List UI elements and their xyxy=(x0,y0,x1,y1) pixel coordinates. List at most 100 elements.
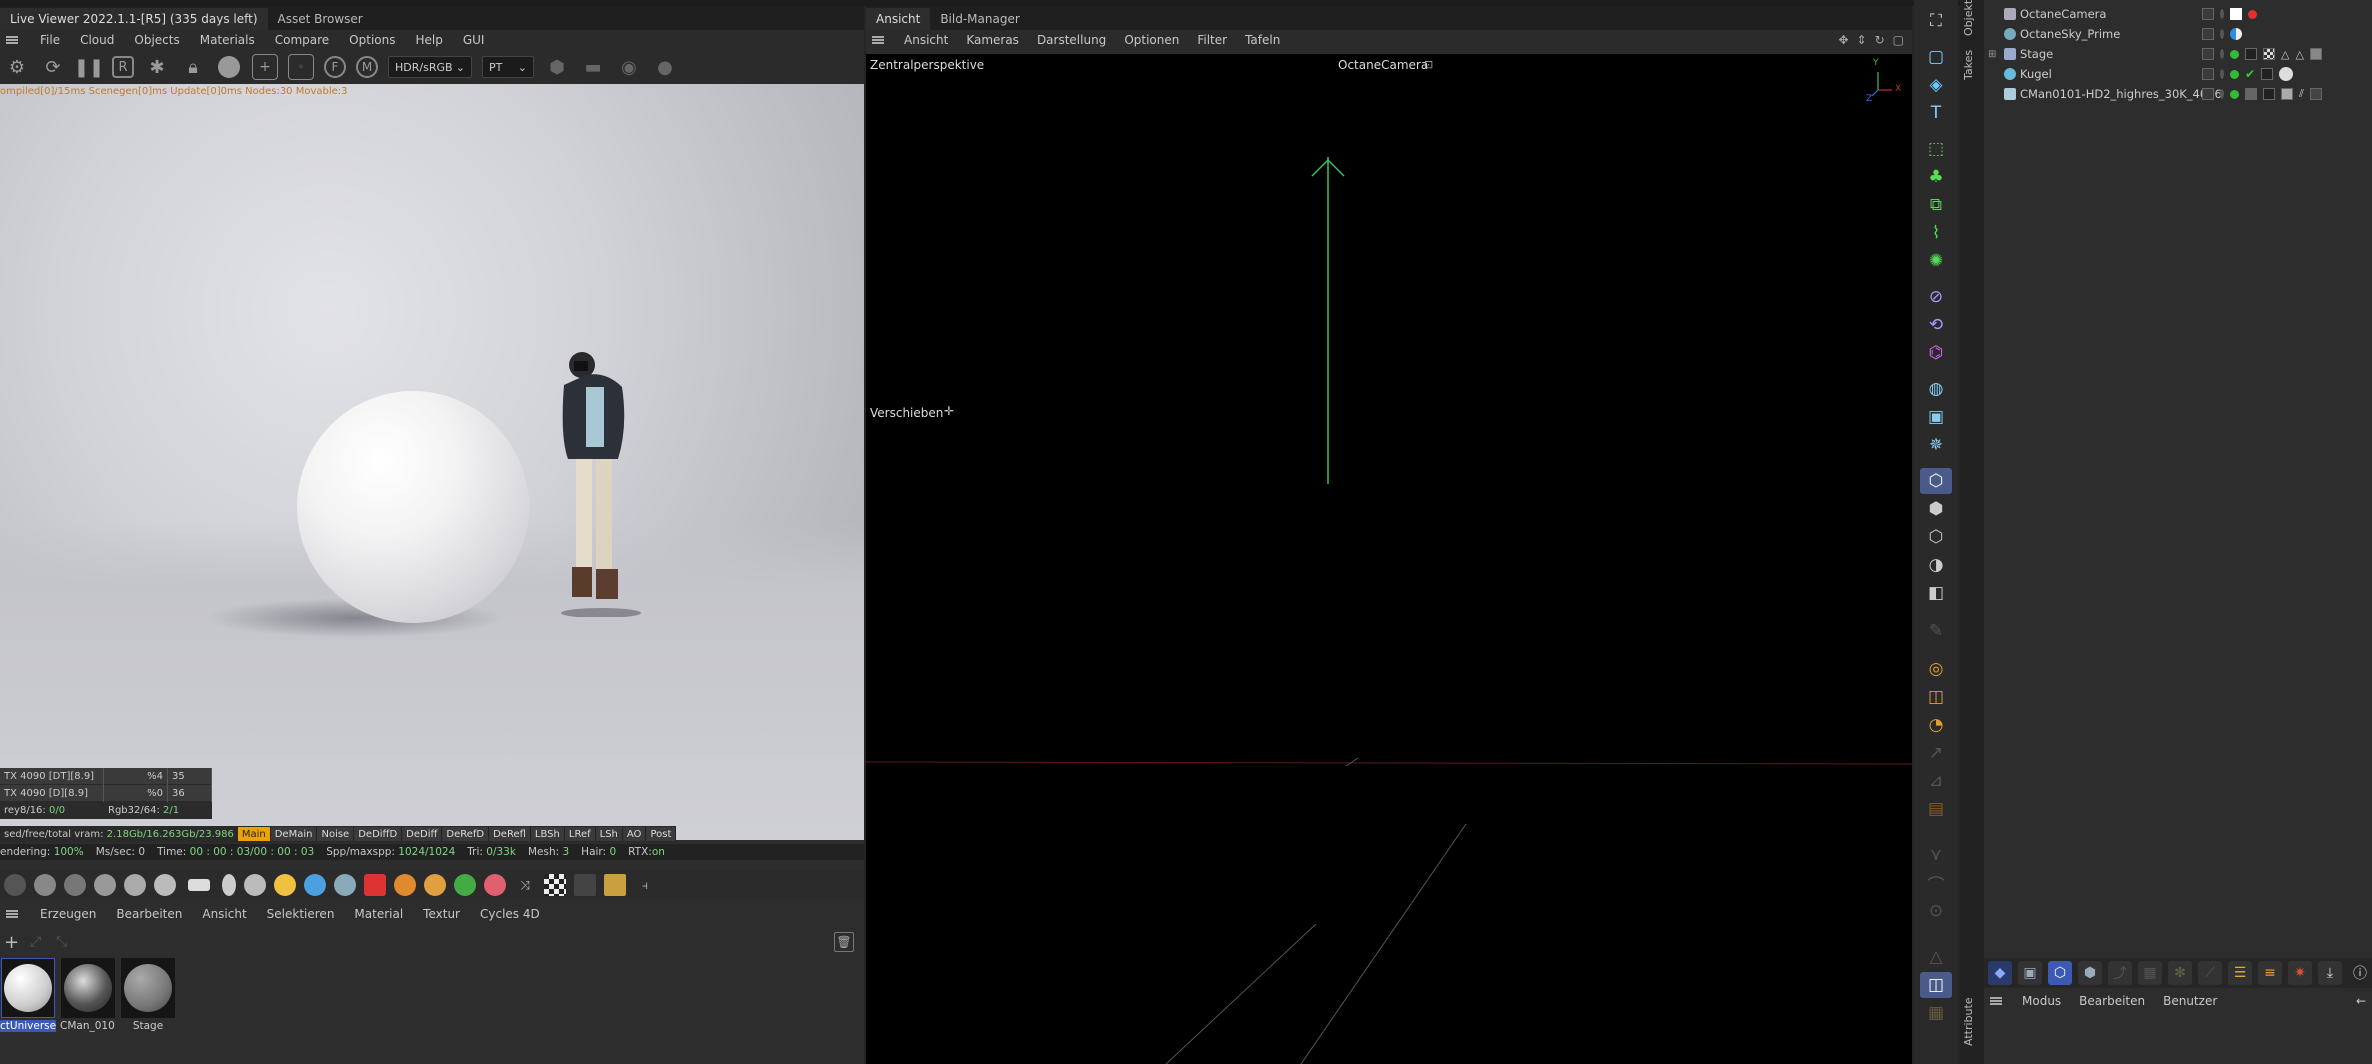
checker-tag-icon[interactable] xyxy=(2263,48,2275,60)
pass-dediffd[interactable]: DeDiffD xyxy=(354,827,403,841)
metal-material-icon[interactable] xyxy=(94,874,116,896)
text-tool-icon[interactable]: T xyxy=(1920,100,1952,126)
visibility-dots[interactable] xyxy=(2220,49,2224,59)
mode-download-icon[interactable]: ⤓ xyxy=(2318,961,2342,985)
object-row[interactable]: OctaneSky_Prime xyxy=(1984,24,2372,44)
mode-hexagon-icon[interactable]: ⬢ xyxy=(2078,961,2102,985)
move-view-icon[interactable]: ⇕ xyxy=(1857,33,1867,47)
focus-picker-icon[interactable]: F xyxy=(324,56,346,78)
object-row[interactable]: ⊞ Stage △ △ xyxy=(1984,44,2372,64)
visibility-dots[interactable] xyxy=(2220,89,2224,99)
tab-ansicht[interactable]: Ansicht xyxy=(866,8,931,30)
mode-layers-icon[interactable]: ☰ xyxy=(2228,961,2252,985)
material-ball-icon[interactable] xyxy=(216,54,242,80)
paint-icon[interactable]: ⌒ xyxy=(1920,870,1952,896)
toon-material-icon[interactable] xyxy=(124,874,146,896)
phong-tag-icon[interactable] xyxy=(2309,88,2322,100)
editor-visibility-toggle[interactable] xyxy=(2202,28,2214,40)
universal-material-icon[interactable] xyxy=(154,874,176,896)
side-tab-takes[interactable]: Takes xyxy=(1962,50,1975,80)
rotate-view-icon[interactable]: ↻ xyxy=(1875,33,1885,47)
tab-live-viewer[interactable]: Live Viewer 2022.1.1-[R5] (335 days left… xyxy=(0,8,268,30)
menu-bearbeiten[interactable]: Bearbeiten xyxy=(116,907,182,921)
pass-dediff[interactable]: DeDiff xyxy=(402,827,443,841)
object-tag-icon[interactable] xyxy=(2230,49,2239,59)
flower-icon[interactable] xyxy=(484,874,506,896)
menu-objects[interactable]: Objects xyxy=(134,33,179,47)
maximize-view-icon[interactable]: ▢ xyxy=(1893,33,1904,47)
lock-icon[interactable]: 🔒︎ xyxy=(180,54,206,80)
spline-mask-icon[interactable]: ⌬ xyxy=(1920,340,1952,366)
resize-icon[interactable]: ⤢ xyxy=(30,934,56,950)
info-icon[interactable]: ⓘ xyxy=(2348,961,2372,985)
resize-alt-icon[interactable]: ⤡ xyxy=(56,934,82,950)
pass-demain[interactable]: DeMain xyxy=(270,827,318,841)
menu-materials[interactable]: Materials xyxy=(200,33,255,47)
visibility-dots[interactable] xyxy=(2220,9,2224,19)
menu-help[interactable]: Help xyxy=(415,33,442,47)
visibility-dots[interactable] xyxy=(2220,29,2224,39)
visibility-dots[interactable] xyxy=(2220,69,2224,79)
spline-icon[interactable]: ⊘ xyxy=(1920,284,1952,310)
menu-ansicht[interactable]: Ansicht xyxy=(904,33,948,47)
menu-hamburger-icon[interactable] xyxy=(1990,997,2002,1005)
object-mode-icon[interactable]: ⬡ xyxy=(1920,468,1952,494)
mode-network-icon[interactable]: ✻ xyxy=(2168,961,2192,985)
sculpt-icon[interactable]: ⋎ xyxy=(1920,842,1952,868)
camera-icon[interactable]: ◉ xyxy=(616,54,642,80)
checker-icon[interactable] xyxy=(544,874,566,896)
proxy-icon[interactable] xyxy=(454,874,476,896)
restart-render-icon[interactable]: ⟳ xyxy=(40,54,66,80)
workplane-icon[interactable]: ◔ xyxy=(1920,712,1952,738)
sun-icon[interactable] xyxy=(274,874,296,896)
points-mode-icon[interactable]: ⬢ xyxy=(1920,496,1952,522)
menu-ansicht[interactable]: Ansicht xyxy=(202,907,246,921)
node-editor-icon[interactable]: ⫞ xyxy=(634,874,656,896)
settings-gear-icon[interactable]: ⚙ xyxy=(4,54,30,80)
menu-gui[interactable]: GUI xyxy=(463,33,485,47)
menu-material[interactable]: Material xyxy=(354,907,403,921)
tag-camera-icon[interactable] xyxy=(2230,8,2242,20)
texture-tag-icon[interactable] xyxy=(2261,68,2274,80)
menu-selektieren[interactable]: Selektieren xyxy=(267,907,335,921)
environment-tag-icon[interactable] xyxy=(2230,28,2242,40)
vdb-icon[interactable] xyxy=(394,874,416,896)
check-icon[interactable]: ✔ xyxy=(2245,67,2255,81)
specular-material-icon[interactable] xyxy=(64,874,86,896)
pan-icon[interactable]: ✥ xyxy=(1838,33,1848,47)
pass-lref[interactable]: LRef xyxy=(564,827,596,841)
edges-mode-icon[interactable]: ⬡ xyxy=(1920,524,1952,550)
editor-visibility-toggle[interactable] xyxy=(2202,8,2214,20)
area-light-icon[interactable] xyxy=(188,879,210,891)
film-region-icon[interactable]: ◦ xyxy=(288,54,314,80)
mode-diamond-icon[interactable]: ◆ xyxy=(1988,961,2012,985)
generator-icon[interactable]: ⬚ xyxy=(1920,136,1952,162)
material-tag-icon[interactable] xyxy=(2279,67,2294,81)
pen-icon[interactable]: ✎ xyxy=(1920,618,1952,644)
pass-post[interactable]: Post xyxy=(646,827,677,841)
material-picker-icon[interactable]: M xyxy=(356,56,378,78)
light-icon[interactable]: ✵ xyxy=(1920,432,1952,458)
uv-mode-icon[interactable]: ◧ xyxy=(1920,580,1952,606)
effector-icon[interactable]: ✺ xyxy=(1920,248,1952,274)
texture-tag-icon[interactable] xyxy=(2245,48,2257,60)
menu-modus[interactable]: Modus xyxy=(2022,994,2061,1008)
cloner-icon[interactable]: ♣ xyxy=(1920,164,1952,190)
menu-kameras[interactable]: Kameras xyxy=(966,33,1019,47)
side-tab-objekte[interactable]: Objekte xyxy=(1962,0,1975,36)
material-swatch[interactable]: Stage xyxy=(120,958,176,1032)
pass-noise[interactable]: Noise xyxy=(317,827,355,841)
brush-icon[interactable]: ⊙ xyxy=(1920,898,1952,924)
octane-camera-tag-icon[interactable] xyxy=(2248,9,2257,19)
quantize-icon[interactable]: ▤ xyxy=(1920,796,1952,822)
object-row[interactable]: CMan0101-HD2_highres_30K_4096 ⫽ xyxy=(1984,84,2372,104)
side-tab-attribute[interactable]: Attribute xyxy=(1962,997,1975,1046)
layers-icon[interactable]: ⧉ xyxy=(1920,192,1952,218)
editor-visibility-toggle[interactable] xyxy=(2202,68,2214,80)
object-tag-icon[interactable] xyxy=(2230,89,2239,99)
triangle-tag-icon[interactable]: △ xyxy=(2295,48,2303,61)
back-arrow-icon[interactable]: ← xyxy=(2356,994,2366,1008)
uvw-tag-icon[interactable] xyxy=(2263,88,2275,100)
object-row[interactable]: OctaneCamera xyxy=(1984,4,2372,24)
clay-mode-icon[interactable]: ▬ xyxy=(580,54,606,80)
